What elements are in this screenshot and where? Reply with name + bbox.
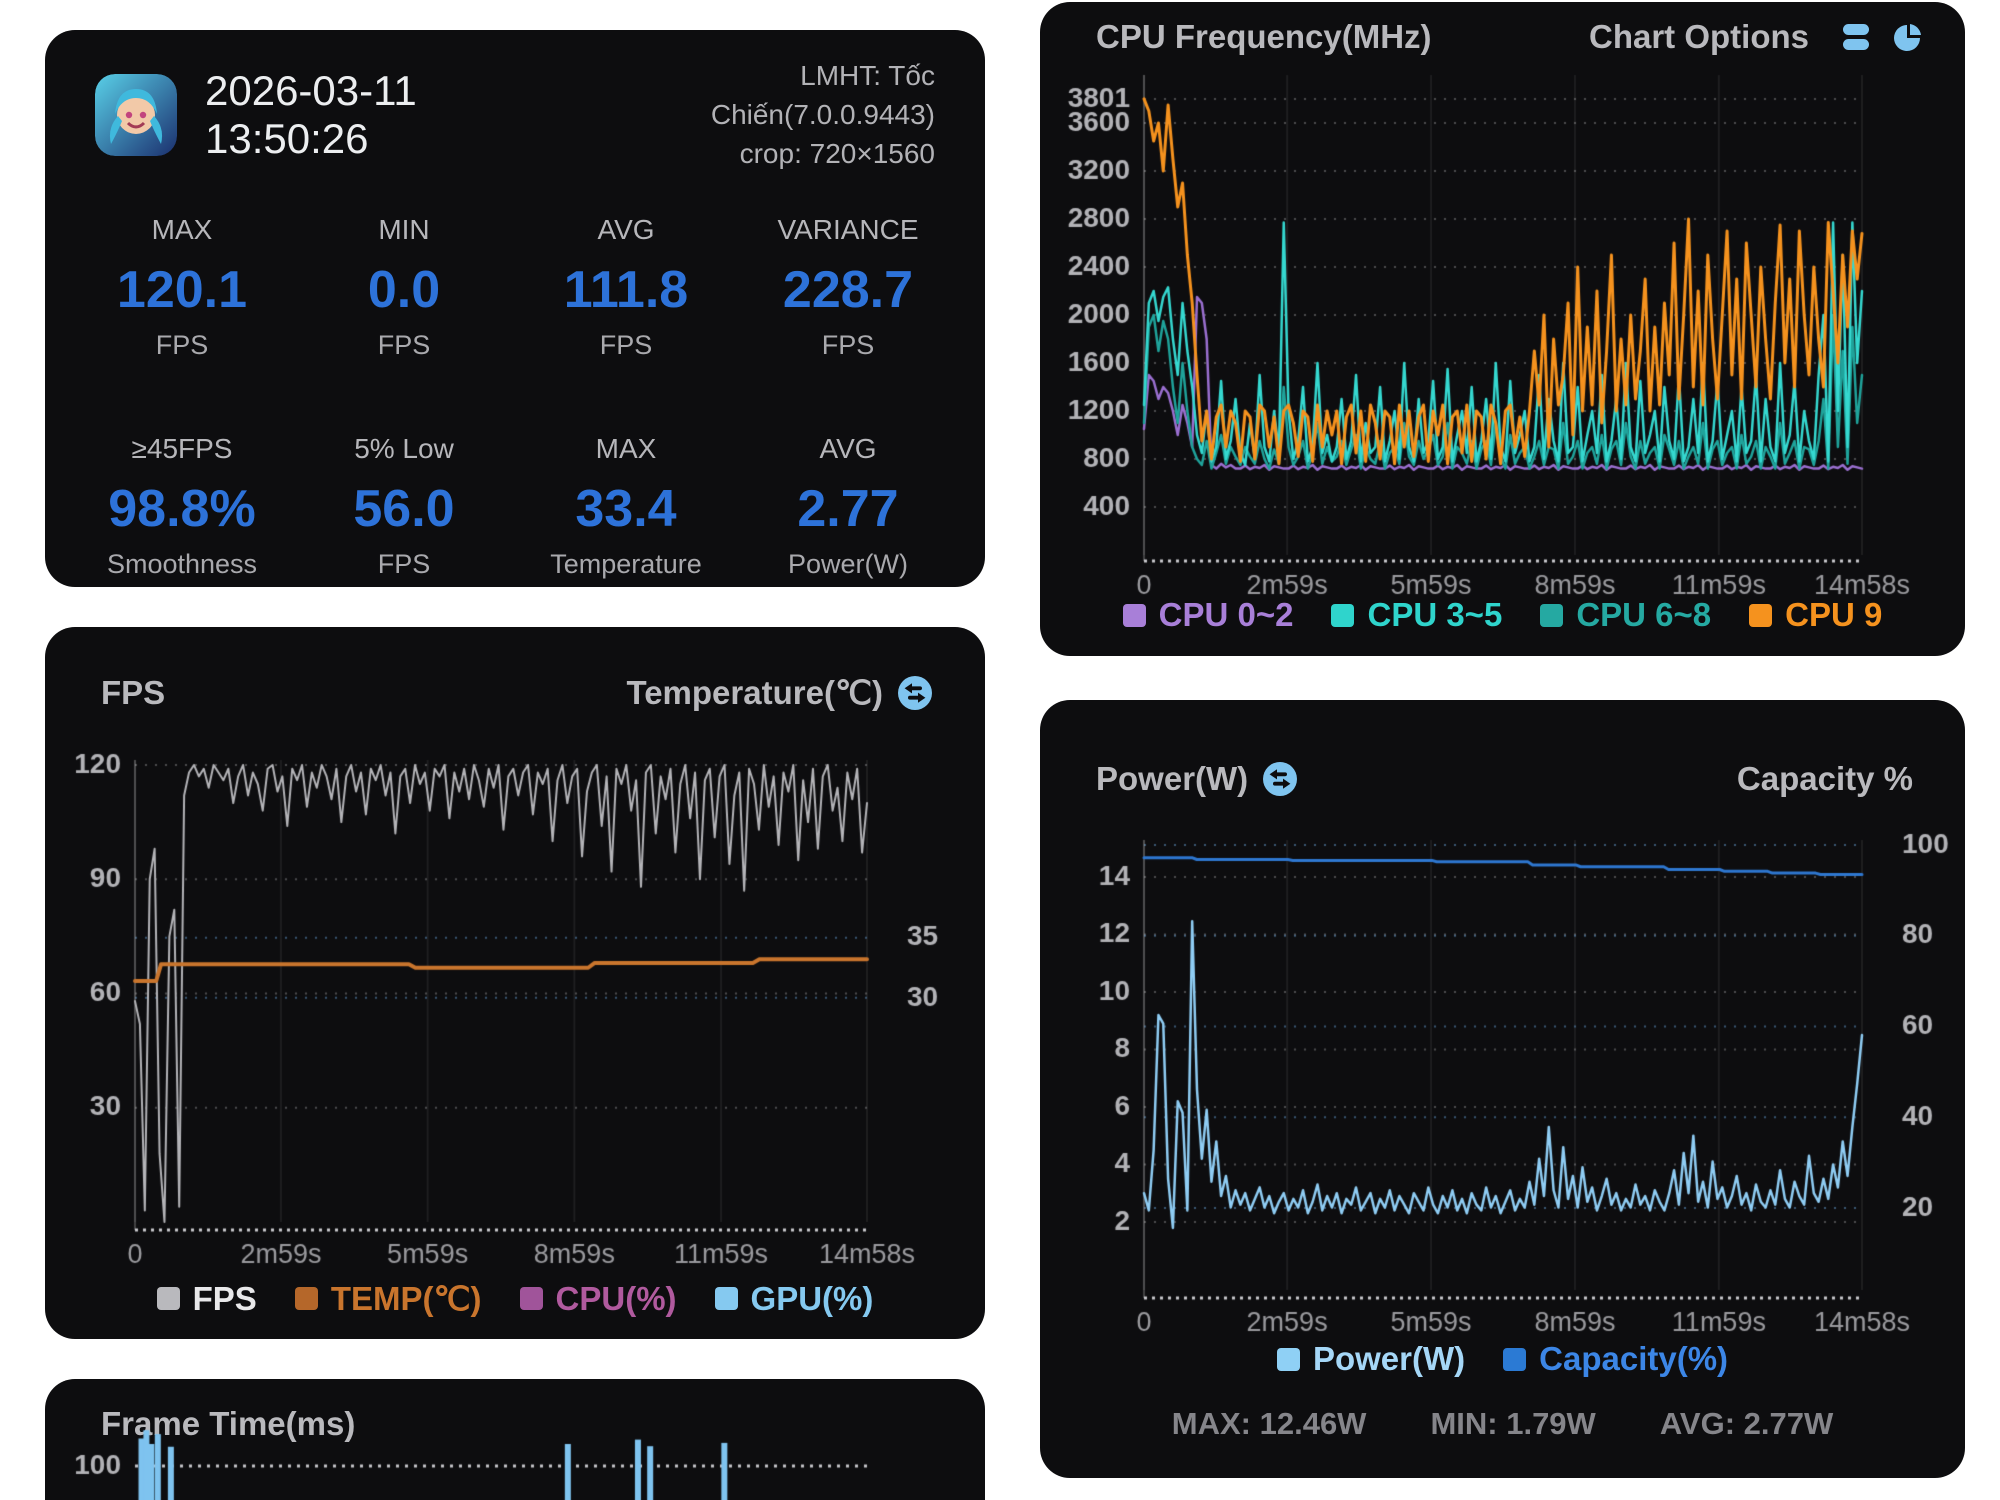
chart-options: Chart Options bbox=[1589, 18, 1925, 56]
cpu-frequency-chart-canvas[interactable] bbox=[1040, 60, 1965, 600]
app-icon-art bbox=[95, 74, 177, 156]
summary-stats-grid: MAX120.1FPS MIN0.0FPS AVG111.8FPS VARIAN… bbox=[45, 214, 985, 580]
power-chart-title: Power(W) bbox=[1096, 760, 1248, 798]
record-datetime: 2026-03-11 13:50:26 bbox=[205, 67, 580, 163]
legend-swatch bbox=[1503, 1348, 1526, 1371]
cpu-frequency-chart-card: CPU Frequency(MHz) Chart Options CPU 0~2 bbox=[1040, 2, 1965, 656]
chart-type-bars-icon[interactable] bbox=[1839, 20, 1873, 54]
frame-time-chart-card: Frame Time(ms) bbox=[45, 1379, 985, 1500]
stat-variance-fps: VARIANCE228.7FPS bbox=[737, 214, 959, 361]
legend-item-capacity[interactable]: Capacity(%) bbox=[1503, 1340, 1728, 1378]
legend-item-cpu-pct[interactable]: CPU(%) bbox=[520, 1280, 677, 1318]
power-chart-header: Power(W) Capacity % bbox=[1040, 700, 1965, 798]
legend-swatch bbox=[1540, 604, 1563, 627]
app-icon bbox=[95, 74, 177, 156]
legend-swatch bbox=[520, 1287, 543, 1310]
legend-item-temp[interactable]: TEMP(℃) bbox=[295, 1279, 482, 1318]
swap-axis-icon[interactable] bbox=[1262, 761, 1298, 797]
crop-info: crop: 720×1560 bbox=[580, 134, 935, 173]
app-name: LMHT: Tốc Chiến(7.0.0.9443) bbox=[580, 56, 935, 134]
fps-chart-card: FPS Temperature(℃) FPS TEMP(℃) CPU(%) GP… bbox=[45, 627, 985, 1339]
stat-max-fps: MAX120.1FPS bbox=[71, 214, 293, 361]
stat-avg-fps: AVG111.8FPS bbox=[515, 214, 737, 361]
legend-swatch bbox=[295, 1287, 318, 1310]
power-chart-card: Power(W) Capacity % Power(W) Capacity(%)… bbox=[1040, 700, 1965, 1478]
stat-min-fps: MIN0.0FPS bbox=[293, 214, 515, 361]
legend-swatch bbox=[1277, 1348, 1300, 1371]
stat-5pct-low: 5% Low56.0FPS bbox=[293, 433, 515, 580]
power-max-stat: MAX: 12.46W bbox=[1172, 1406, 1367, 1442]
legend-swatch bbox=[715, 1287, 738, 1310]
fps-chart-canvas[interactable] bbox=[45, 740, 985, 1280]
capacity-axis-title: Capacity % bbox=[1737, 760, 1913, 798]
stat-smoothness: ≥45FPS98.8%Smoothness bbox=[71, 433, 293, 580]
cpu-chart-legend: CPU 0~2 CPU 3~5 CPU 6~8 CPU 9 bbox=[1040, 596, 1965, 634]
power-min-stat: MIN: 1.79W bbox=[1430, 1406, 1595, 1442]
perfdog-report-page: 2026-03-11 13:50:26 LMHT: Tốc Chiến(7.0.… bbox=[0, 0, 2000, 1500]
chart-options-icons bbox=[1839, 20, 1925, 54]
power-avg-stat: AVG: 2.77W bbox=[1660, 1406, 1833, 1442]
legend-swatch bbox=[1331, 604, 1354, 627]
legend-item-power[interactable]: Power(W) bbox=[1277, 1340, 1465, 1378]
summary-card: 2026-03-11 13:50:26 LMHT: Tốc Chiến(7.0.… bbox=[45, 30, 985, 587]
fps-chart-title: FPS bbox=[101, 674, 165, 712]
cpu-chart-header: CPU Frequency(MHz) Chart Options bbox=[1040, 2, 1965, 56]
fps-chart-legend: FPS TEMP(℃) CPU(%) GPU(%) bbox=[45, 1279, 985, 1318]
legend-item-cpu3-5[interactable]: CPU 3~5 bbox=[1331, 596, 1502, 634]
legend-item-fps[interactable]: FPS bbox=[157, 1280, 257, 1318]
app-info: LMHT: Tốc Chiến(7.0.0.9443) crop: 720×15… bbox=[580, 56, 935, 174]
power-chart-canvas[interactable] bbox=[1040, 810, 1965, 1340]
fps-chart-header: FPS Temperature(℃) bbox=[45, 627, 985, 712]
chart-type-pie-icon[interactable] bbox=[1891, 20, 1925, 54]
legend-item-cpu9[interactable]: CPU 9 bbox=[1749, 596, 1882, 634]
stat-max-temperature: MAX33.4Temperature bbox=[515, 433, 737, 580]
swap-axis-icon[interactable] bbox=[897, 675, 933, 711]
power-chart-legend: Power(W) Capacity(%) bbox=[1040, 1340, 1965, 1378]
legend-item-cpu6-8[interactable]: CPU 6~8 bbox=[1540, 596, 1711, 634]
chart-options-label: Chart Options bbox=[1589, 18, 1809, 56]
power-stats-row: MAX: 12.46W MIN: 1.79W AVG: 2.77W bbox=[1040, 1406, 1965, 1442]
legend-item-gpu-pct[interactable]: GPU(%) bbox=[715, 1280, 874, 1318]
legend-swatch bbox=[157, 1287, 180, 1310]
fps-right-axis-title: Temperature(℃) bbox=[627, 673, 934, 712]
power-chart-title-group: Power(W) bbox=[1096, 760, 1298, 798]
cpu-chart-title: CPU Frequency(MHz) bbox=[1096, 18, 1432, 56]
legend-item-cpu0-2[interactable]: CPU 0~2 bbox=[1123, 596, 1294, 634]
stat-avg-power: AVG2.77Power(W) bbox=[737, 433, 959, 580]
summary-header: 2026-03-11 13:50:26 LMHT: Tốc Chiến(7.0.… bbox=[45, 30, 985, 174]
legend-swatch bbox=[1123, 604, 1146, 627]
frame-time-chart-canvas[interactable] bbox=[45, 1419, 985, 1500]
legend-swatch bbox=[1749, 604, 1772, 627]
